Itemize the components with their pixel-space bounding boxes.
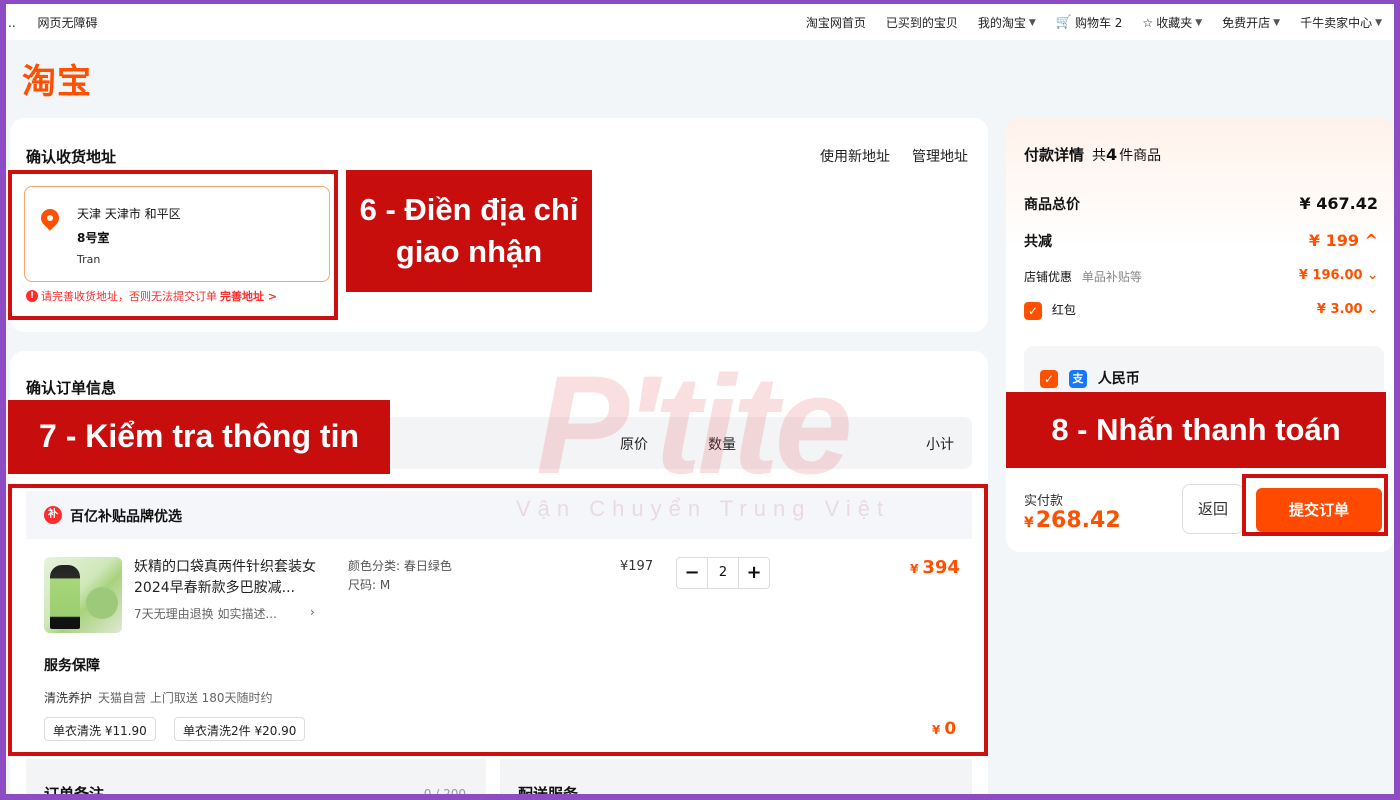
payment-title-row: 付款详情 共4 件商品 [1024, 144, 1161, 165]
remark-title: 订单备注 [44, 785, 105, 800]
my-taobao-label: 我的淘宝 [977, 16, 1026, 30]
alipay-icon: 支 [1068, 370, 1087, 388]
favorites-label: 收藏夹 [1156, 16, 1193, 30]
payment-method-row: ✓ 支 人民币 [1040, 368, 1140, 388]
open-shop-label: 免费开店 [1222, 16, 1271, 30]
count-suffix: 件商品 [1119, 148, 1162, 164]
goods-total-value: ¥ 467.42 [1299, 194, 1378, 213]
manage-address-link[interactable]: 管理地址 [912, 146, 968, 166]
taobao-logo[interactable]: 淘宝 [22, 54, 92, 103]
shop-discount-value: ¥ 196.00 ⌄ [1298, 268, 1378, 283]
accessibility-link[interactable]: 网页无障碍 [37, 16, 97, 30]
annotation-box-address [8, 170, 338, 320]
annotation-step6: 6 - Điền địa chỉ giao nhận [346, 170, 592, 292]
discount-value: ¥ 199 ^ [1308, 231, 1378, 250]
column-quantity: 数量 [708, 437, 736, 453]
chevron-down-icon: ▼ [1273, 17, 1281, 28]
top-navigation-bar: .. 网页无障碍 淘宝网首页 已买到的宝贝 我的淘宝 ▼ 🛒 购物车 2 ☆ 收藏夹 ▼… [6, 4, 1394, 40]
delivery-title: 配送服务 [518, 785, 579, 800]
order-section-title: 确认订单信息 [26, 379, 117, 397]
redpack-value: ¥ 3.00 ⌄ [1316, 302, 1378, 317]
topbar-ellipsis[interactable]: .. [8, 16, 16, 30]
annotation-step7: 7 - Kiểm tra thông tin [8, 400, 390, 474]
checkbox-checked-icon[interactable]: ✓ [1040, 370, 1058, 388]
order-remark-section[interactable]: 订单备注 0 / 200 [26, 759, 486, 800]
remark-char-count: 0 / 200 [423, 787, 466, 800]
annotation-box-submit [1242, 474, 1388, 536]
my-taobao-menu[interactable]: 我的淘宝 ▼ [978, 14, 1036, 31]
column-price: 原价 [620, 437, 648, 453]
discount-label: 共减 [1024, 234, 1052, 250]
open-shop-menu[interactable]: 免费开店 ▼ [1222, 14, 1280, 31]
cart-icon: 🛒 [1055, 15, 1072, 30]
count-prefix: 共 [1092, 148, 1107, 164]
goods-total-label: 商品总价 [1024, 197, 1080, 213]
actual-pay-value: 268.42 [1035, 508, 1121, 533]
checkbox-checked-icon[interactable]: ✓ [1024, 301, 1042, 320]
taobao-home-link[interactable]: 淘宝网首页 [806, 14, 866, 31]
seller-center-menu[interactable]: 千牛卖家中心 ▼ [1300, 14, 1382, 31]
address-section-title: 确认收货地址 [26, 148, 117, 166]
back-button[interactable]: 返回 [1182, 484, 1244, 534]
favorites-menu[interactable]: ☆ 收藏夹 ▼ [1142, 14, 1202, 31]
annotation-step8: 8 - Nhấn thanh toán [1006, 392, 1386, 468]
delivery-service-section[interactable]: 配送服务 [500, 759, 972, 800]
chevron-down-icon: ▼ [1375, 17, 1382, 28]
cart-link[interactable]: 🛒 购物车 2 [1056, 14, 1123, 31]
actual-pay-label: 实付款 [1024, 494, 1064, 509]
cart-label: 购物车 2 [1074, 16, 1123, 30]
column-subtotal: 小计 [926, 437, 954, 453]
star-icon: ☆ [1142, 15, 1154, 30]
shop-discount-row[interactable]: 店铺优惠 单品补贴等 ¥ 196.00 ⌄ [1024, 268, 1378, 285]
bought-items-link[interactable]: 已买到的宝贝 [886, 14, 958, 31]
currency-label: 人民币 [1097, 371, 1140, 387]
redpack-row[interactable]: ✓ 红包 ¥ 3.00 ⌄ [1024, 301, 1378, 320]
shop-discount-label: 店铺优惠 [1024, 270, 1073, 284]
actual-pay-amount: ¥268.42 [1024, 508, 1121, 533]
new-address-link[interactable]: 使用新地址 [820, 146, 890, 166]
payment-title: 付款详情 [1024, 146, 1085, 164]
page-frame: .. 网页无障碍 淘宝网首页 已买到的宝贝 我的淘宝 ▼ 🛒 购物车 2 ☆ 收藏夹 ▼… [0, 0, 1400, 800]
chevron-down-icon: ▼ [1195, 17, 1203, 28]
seller-center-label: 千牛卖家中心 [1300, 16, 1373, 30]
currency-symbol: ¥ [1024, 515, 1034, 531]
shop-discount-note: 单品补贴等 [1081, 270, 1142, 284]
chevron-down-icon: ▼ [1028, 17, 1036, 28]
goods-total-row: 商品总价 ¥ 467.42 [1024, 194, 1378, 214]
item-count: 4 [1106, 145, 1118, 164]
annotation-box-order [8, 484, 988, 756]
discount-row[interactable]: 共减 ¥ 199 ^ [1024, 231, 1378, 251]
redpack-label: 红包 [1051, 303, 1076, 317]
